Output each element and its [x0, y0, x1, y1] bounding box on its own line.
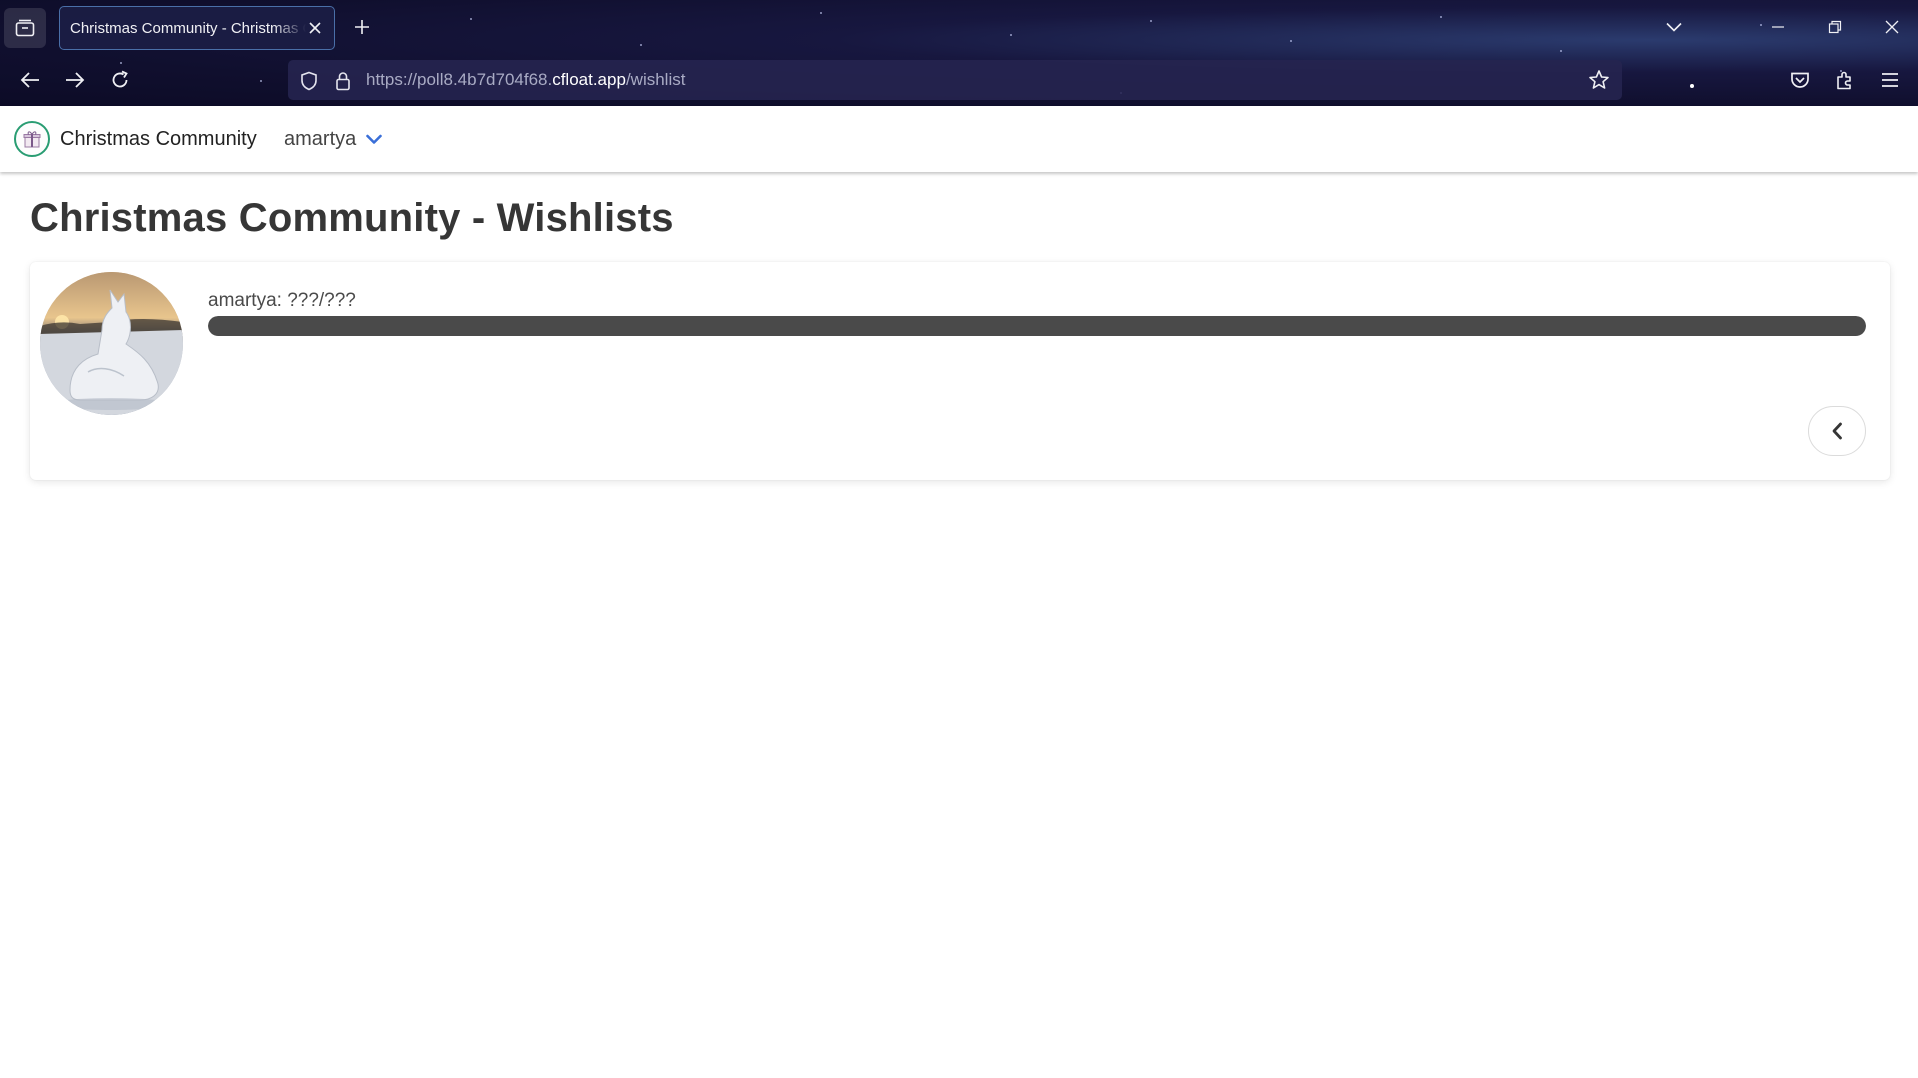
page-title: Christmas Community - Wishlists	[30, 196, 674, 240]
forward-button[interactable]	[57, 62, 93, 98]
chevron-left-icon	[1832, 422, 1842, 440]
puzzle-piece-icon	[1837, 71, 1851, 90]
minimize-icon	[1772, 26, 1784, 28]
url-path: /wishlist	[625, 70, 686, 89]
forward-arrow-icon	[66, 72, 85, 88]
brand-name[interactable]: Christmas Community	[60, 128, 257, 151]
bookmark-star-button[interactable]	[1588, 69, 1610, 91]
shield-icon[interactable]	[298, 70, 320, 92]
minimize-button[interactable]	[1758, 10, 1798, 44]
browser-chrome: Christmas Community - Christmas Communit…	[0, 0, 1918, 106]
navigation-toolbar: https://poll8.4b7d704f68.cfloat.app/wish…	[0, 58, 1918, 104]
app-navbar: Christmas Community amartya	[0, 106, 1918, 172]
extensions-button[interactable]	[1827, 62, 1863, 98]
avatar[interactable]	[40, 272, 183, 415]
wishlist-progress-fill	[208, 316, 1866, 336]
wishlist-progress-bar	[208, 316, 1866, 336]
gift-icon	[23, 131, 41, 148]
app-logo[interactable]	[14, 121, 50, 157]
url-prefix: https://poll8.4b7d704f68.	[366, 70, 553, 89]
chevron-down-icon	[366, 134, 383, 144]
tab-title: Christmas Community - Christmas Communit…	[70, 19, 306, 37]
reload-icon	[112, 70, 128, 88]
tab-list-button[interactable]	[4, 8, 46, 48]
reload-button[interactable]	[102, 62, 138, 98]
close-icon	[1885, 20, 1899, 34]
star-icon	[1589, 70, 1609, 89]
tab-bar: Christmas Community - Christmas Communit…	[0, 0, 1918, 54]
back-arrow-icon	[20, 72, 39, 88]
tab-close-button[interactable]	[306, 19, 324, 37]
tab-active[interactable]: Christmas Community - Christmas Communit…	[59, 6, 335, 50]
chevron-down-icon	[1666, 22, 1682, 32]
wishlist-card: amartya: ???/???	[30, 262, 1890, 480]
close-window-button[interactable]	[1872, 10, 1912, 44]
restore-icon	[1828, 20, 1842, 34]
hamburger-menu-icon	[1882, 73, 1898, 87]
snow-dog-sculpture-photo	[40, 272, 183, 415]
lock-icon[interactable]	[332, 70, 354, 92]
restore-button[interactable]	[1815, 10, 1855, 44]
wishlist-progress-label[interactable]: amartya: ???/???	[208, 290, 356, 312]
collapse-button[interactable]	[1808, 406, 1866, 456]
new-tab-button[interactable]	[348, 12, 376, 42]
close-icon	[309, 22, 321, 34]
app-menu-button[interactable]	[1872, 62, 1908, 98]
list-all-tabs-button[interactable]	[1654, 10, 1694, 44]
address-bar[interactable]: https://poll8.4b7d704f68.cfloat.app/wish…	[288, 60, 1622, 100]
pocket-icon	[1791, 72, 1809, 88]
url-text[interactable]: https://poll8.4b7d704f68.cfloat.app/wish…	[366, 70, 685, 90]
back-button[interactable]	[12, 62, 48, 98]
user-menu-dropdown[interactable]: amartya	[284, 128, 383, 151]
tab-list-icon	[15, 19, 35, 37]
pocket-button[interactable]	[1782, 62, 1818, 98]
user-menu-label: amartya	[284, 128, 357, 150]
plus-icon	[355, 20, 369, 34]
url-host: cfloat.app	[552, 70, 626, 89]
